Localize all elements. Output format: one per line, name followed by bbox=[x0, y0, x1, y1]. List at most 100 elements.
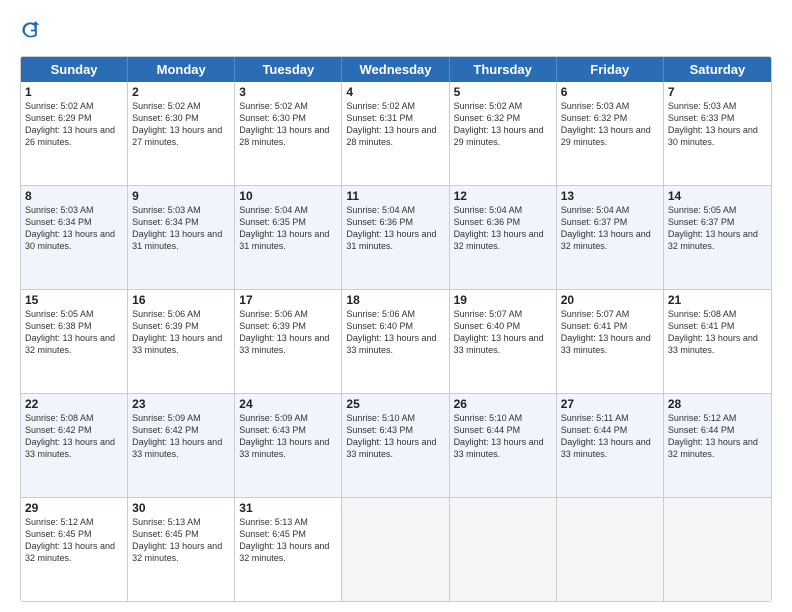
day-cell-7: 7Sunrise: 5:03 AMSunset: 6:33 PMDaylight… bbox=[664, 82, 771, 185]
day-cell-1: 1Sunrise: 5:02 AMSunset: 6:29 PMDaylight… bbox=[21, 82, 128, 185]
day-number: 10 bbox=[239, 189, 337, 203]
header-day-friday: Friday bbox=[557, 57, 664, 82]
day-cell-31: 31Sunrise: 5:13 AMSunset: 6:45 PMDayligh… bbox=[235, 498, 342, 601]
day-cell-21: 21Sunrise: 5:08 AMSunset: 6:41 PMDayligh… bbox=[664, 290, 771, 393]
day-info: Sunrise: 5:03 AMSunset: 6:33 PMDaylight:… bbox=[668, 100, 767, 149]
calendar-row-3: 22Sunrise: 5:08 AMSunset: 6:42 PMDayligh… bbox=[21, 394, 771, 498]
day-info: Sunrise: 5:08 AMSunset: 6:41 PMDaylight:… bbox=[668, 308, 767, 357]
day-info: Sunrise: 5:07 AMSunset: 6:41 PMDaylight:… bbox=[561, 308, 659, 357]
day-info: Sunrise: 5:08 AMSunset: 6:42 PMDaylight:… bbox=[25, 412, 123, 461]
day-cell-4: 4Sunrise: 5:02 AMSunset: 6:31 PMDaylight… bbox=[342, 82, 449, 185]
header-day-thursday: Thursday bbox=[450, 57, 557, 82]
day-info: Sunrise: 5:04 AMSunset: 6:35 PMDaylight:… bbox=[239, 204, 337, 253]
day-info: Sunrise: 5:10 AMSunset: 6:44 PMDaylight:… bbox=[454, 412, 552, 461]
day-info: Sunrise: 5:03 AMSunset: 6:34 PMDaylight:… bbox=[25, 204, 123, 253]
day-number: 6 bbox=[561, 85, 659, 99]
day-number: 27 bbox=[561, 397, 659, 411]
day-cell-26: 26Sunrise: 5:10 AMSunset: 6:44 PMDayligh… bbox=[450, 394, 557, 497]
day-info: Sunrise: 5:04 AMSunset: 6:36 PMDaylight:… bbox=[454, 204, 552, 253]
day-number: 9 bbox=[132, 189, 230, 203]
day-info: Sunrise: 5:13 AMSunset: 6:45 PMDaylight:… bbox=[239, 516, 337, 565]
calendar-row-1: 8Sunrise: 5:03 AMSunset: 6:34 PMDaylight… bbox=[21, 186, 771, 290]
day-cell-10: 10Sunrise: 5:04 AMSunset: 6:35 PMDayligh… bbox=[235, 186, 342, 289]
day-cell-15: 15Sunrise: 5:05 AMSunset: 6:38 PMDayligh… bbox=[21, 290, 128, 393]
day-info: Sunrise: 5:05 AMSunset: 6:38 PMDaylight:… bbox=[25, 308, 123, 357]
day-cell-22: 22Sunrise: 5:08 AMSunset: 6:42 PMDayligh… bbox=[21, 394, 128, 497]
day-number: 25 bbox=[346, 397, 444, 411]
day-cell-2: 2Sunrise: 5:02 AMSunset: 6:30 PMDaylight… bbox=[128, 82, 235, 185]
day-cell-18: 18Sunrise: 5:06 AMSunset: 6:40 PMDayligh… bbox=[342, 290, 449, 393]
day-info: Sunrise: 5:02 AMSunset: 6:30 PMDaylight:… bbox=[132, 100, 230, 149]
day-number: 14 bbox=[668, 189, 767, 203]
day-cell-5: 5Sunrise: 5:02 AMSunset: 6:32 PMDaylight… bbox=[450, 82, 557, 185]
header-day-monday: Monday bbox=[128, 57, 235, 82]
day-number: 1 bbox=[25, 85, 123, 99]
calendar-row-0: 1Sunrise: 5:02 AMSunset: 6:29 PMDaylight… bbox=[21, 82, 771, 186]
day-cell-24: 24Sunrise: 5:09 AMSunset: 6:43 PMDayligh… bbox=[235, 394, 342, 497]
day-cell-3: 3Sunrise: 5:02 AMSunset: 6:30 PMDaylight… bbox=[235, 82, 342, 185]
day-cell-13: 13Sunrise: 5:04 AMSunset: 6:37 PMDayligh… bbox=[557, 186, 664, 289]
day-cell-20: 20Sunrise: 5:07 AMSunset: 6:41 PMDayligh… bbox=[557, 290, 664, 393]
day-number: 8 bbox=[25, 189, 123, 203]
calendar: SundayMondayTuesdayWednesdayThursdayFrid… bbox=[20, 56, 772, 602]
day-cell-16: 16Sunrise: 5:06 AMSunset: 6:39 PMDayligh… bbox=[128, 290, 235, 393]
day-info: Sunrise: 5:10 AMSunset: 6:43 PMDaylight:… bbox=[346, 412, 444, 461]
day-cell-6: 6Sunrise: 5:03 AMSunset: 6:32 PMDaylight… bbox=[557, 82, 664, 185]
day-number: 31 bbox=[239, 501, 337, 515]
day-number: 28 bbox=[668, 397, 767, 411]
day-cell-23: 23Sunrise: 5:09 AMSunset: 6:42 PMDayligh… bbox=[128, 394, 235, 497]
day-cell-30: 30Sunrise: 5:13 AMSunset: 6:45 PMDayligh… bbox=[128, 498, 235, 601]
day-number: 22 bbox=[25, 397, 123, 411]
day-number: 13 bbox=[561, 189, 659, 203]
day-cell-19: 19Sunrise: 5:07 AMSunset: 6:40 PMDayligh… bbox=[450, 290, 557, 393]
day-info: Sunrise: 5:09 AMSunset: 6:43 PMDaylight:… bbox=[239, 412, 337, 461]
day-info: Sunrise: 5:06 AMSunset: 6:39 PMDaylight:… bbox=[132, 308, 230, 357]
day-number: 30 bbox=[132, 501, 230, 515]
calendar-row-2: 15Sunrise: 5:05 AMSunset: 6:38 PMDayligh… bbox=[21, 290, 771, 394]
day-number: 11 bbox=[346, 189, 444, 203]
day-cell-29: 29Sunrise: 5:12 AMSunset: 6:45 PMDayligh… bbox=[21, 498, 128, 601]
day-number: 2 bbox=[132, 85, 230, 99]
day-info: Sunrise: 5:11 AMSunset: 6:44 PMDaylight:… bbox=[561, 412, 659, 461]
day-number: 12 bbox=[454, 189, 552, 203]
day-cell-11: 11Sunrise: 5:04 AMSunset: 6:36 PMDayligh… bbox=[342, 186, 449, 289]
day-number: 21 bbox=[668, 293, 767, 307]
day-info: Sunrise: 5:02 AMSunset: 6:29 PMDaylight:… bbox=[25, 100, 123, 149]
header bbox=[20, 16, 772, 48]
calendar-body: 1Sunrise: 5:02 AMSunset: 6:29 PMDaylight… bbox=[21, 82, 771, 601]
day-info: Sunrise: 5:04 AMSunset: 6:36 PMDaylight:… bbox=[346, 204, 444, 253]
empty-cell bbox=[450, 498, 557, 601]
day-cell-9: 9Sunrise: 5:03 AMSunset: 6:34 PMDaylight… bbox=[128, 186, 235, 289]
day-cell-14: 14Sunrise: 5:05 AMSunset: 6:37 PMDayligh… bbox=[664, 186, 771, 289]
day-cell-12: 12Sunrise: 5:04 AMSunset: 6:36 PMDayligh… bbox=[450, 186, 557, 289]
header-day-sunday: Sunday bbox=[21, 57, 128, 82]
day-number: 19 bbox=[454, 293, 552, 307]
day-number: 26 bbox=[454, 397, 552, 411]
day-cell-27: 27Sunrise: 5:11 AMSunset: 6:44 PMDayligh… bbox=[557, 394, 664, 497]
day-info: Sunrise: 5:06 AMSunset: 6:40 PMDaylight:… bbox=[346, 308, 444, 357]
day-number: 3 bbox=[239, 85, 337, 99]
calendar-header: SundayMondayTuesdayWednesdayThursdayFrid… bbox=[21, 57, 771, 82]
day-number: 15 bbox=[25, 293, 123, 307]
empty-cell bbox=[557, 498, 664, 601]
day-number: 16 bbox=[132, 293, 230, 307]
day-info: Sunrise: 5:05 AMSunset: 6:37 PMDaylight:… bbox=[668, 204, 767, 253]
day-number: 17 bbox=[239, 293, 337, 307]
day-number: 4 bbox=[346, 85, 444, 99]
day-number: 20 bbox=[561, 293, 659, 307]
day-info: Sunrise: 5:02 AMSunset: 6:32 PMDaylight:… bbox=[454, 100, 552, 149]
day-info: Sunrise: 5:12 AMSunset: 6:45 PMDaylight:… bbox=[25, 516, 123, 565]
day-info: Sunrise: 5:09 AMSunset: 6:42 PMDaylight:… bbox=[132, 412, 230, 461]
day-number: 7 bbox=[668, 85, 767, 99]
day-number: 24 bbox=[239, 397, 337, 411]
day-number: 18 bbox=[346, 293, 444, 307]
day-number: 5 bbox=[454, 85, 552, 99]
calendar-page: SundayMondayTuesdayWednesdayThursdayFrid… bbox=[0, 0, 792, 612]
day-info: Sunrise: 5:02 AMSunset: 6:31 PMDaylight:… bbox=[346, 100, 444, 149]
calendar-row-4: 29Sunrise: 5:12 AMSunset: 6:45 PMDayligh… bbox=[21, 498, 771, 601]
day-info: Sunrise: 5:07 AMSunset: 6:40 PMDaylight:… bbox=[454, 308, 552, 357]
day-info: Sunrise: 5:03 AMSunset: 6:34 PMDaylight:… bbox=[132, 204, 230, 253]
day-cell-25: 25Sunrise: 5:10 AMSunset: 6:43 PMDayligh… bbox=[342, 394, 449, 497]
day-cell-28: 28Sunrise: 5:12 AMSunset: 6:44 PMDayligh… bbox=[664, 394, 771, 497]
day-info: Sunrise: 5:02 AMSunset: 6:30 PMDaylight:… bbox=[239, 100, 337, 149]
